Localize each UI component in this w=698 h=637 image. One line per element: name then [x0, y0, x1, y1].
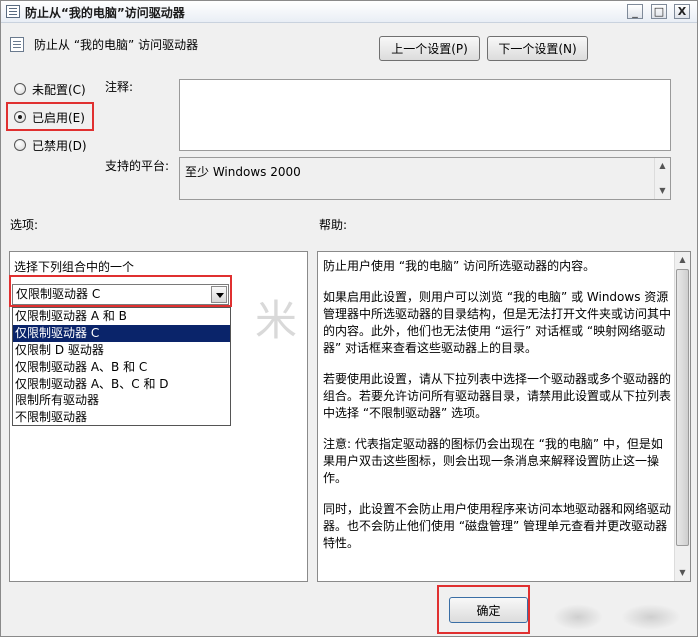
options-heading: 选项:: [10, 218, 39, 232]
scroll-up-arrow[interactable]: ▲: [675, 252, 690, 268]
help-paragraph: 防止用户使用 “我的电脑” 访问所选驱动器的内容。: [323, 259, 596, 273]
help-paragraph: 若要使用此设置，请从下拉列表中选择一个驱动器或多个驱动器的组合。若要允许访问所有…: [323, 372, 672, 420]
select-value: 仅限制驱动器 C: [16, 287, 101, 301]
maximize-button[interactable]: □: [651, 4, 667, 19]
help-scrollbar[interactable]: ▲ ▼: [674, 252, 690, 581]
scroll-up-arrow[interactable]: ▲: [655, 158, 670, 174]
dropdown-item-selected[interactable]: 仅限制驱动器 C: [13, 324, 230, 342]
ok-button[interactable]: 确定: [449, 597, 528, 623]
radio-not-configured[interactable]: 未配置(C): [14, 81, 86, 97]
radio-label: 未配置(C): [32, 82, 86, 97]
help-text: 防止用户使用 “我的电脑” 访问所选驱动器的内容。 如果启用此设置，则用户可以浏…: [323, 258, 673, 566]
radio-enabled[interactable]: 已启用(E): [14, 109, 85, 125]
help-heading: 帮助:: [319, 218, 348, 232]
window-title: 防止从“我的电脑”访问驱动器: [25, 6, 185, 20]
platform-scrollbar[interactable]: ▲ ▼: [654, 158, 670, 199]
help-paragraph: 同时，此设置不会防止用户使用程序来访问本地驱动器和网络驱动器。也不会防止他们使用…: [323, 502, 672, 550]
scroll-down-arrow[interactable]: ▼: [675, 565, 690, 581]
platform-label: 支持的平台:: [105, 159, 170, 173]
title-bar[interactable]: 防止从“我的电脑”访问驱动器 _ □ X: [1, 1, 697, 23]
scroll-down-arrow[interactable]: ▼: [655, 183, 670, 199]
comment-textarea[interactable]: [179, 79, 671, 151]
setting-icon: [10, 37, 24, 52]
radio-label: 已禁用(D): [32, 138, 87, 153]
radio-label: 已启用(E): [32, 110, 85, 125]
policy-icon: [6, 5, 20, 18]
dropdown-item[interactable]: 不限制驱动器: [13, 409, 230, 426]
platform-field: 至少 Windows 2000 ▲ ▼: [179, 157, 671, 200]
dropdown-item[interactable]: 仅限制驱动器 A、B、C 和 D: [13, 376, 230, 393]
chevron-down-icon[interactable]: [211, 286, 227, 303]
drive-restriction-select[interactable]: 仅限制驱动器 C: [12, 284, 229, 305]
dropdown-list[interactable]: 仅限制驱动器 A 和 B 仅限制驱动器 C 仅限制 D 驱动器 仅限制驱动器 A…: [12, 307, 231, 426]
dropdown-item[interactable]: 仅限制驱动器 A、B 和 C: [13, 359, 230, 376]
dropdown-item[interactable]: 仅限制驱动器 A 和 B: [13, 308, 230, 325]
help-paragraph: 注意: 代表指定驱动器的图标仍会出现在 “我的电脑” 中，但是如果用户双击这些图…: [323, 437, 663, 485]
help-paragraph: 如果启用此设置，则用户可以浏览 “我的电脑” 或 Windows 资源管理器中所…: [323, 290, 672, 355]
combo-label: 选择下列组合中的一个: [14, 260, 135, 274]
scroll-thumb[interactable]: [676, 269, 689, 546]
watermark-logo: [553, 604, 603, 630]
platform-value: 至少 Windows 2000: [185, 165, 301, 179]
help-panel: 防止用户使用 “我的电脑” 访问所选驱动器的内容。 如果启用此设置，则用户可以浏…: [317, 251, 691, 582]
comment-label: 注释:: [105, 80, 134, 94]
policy-dialog: 防止从“我的电脑”访问驱动器 _ □ X 防止从 “我的电脑” 访问驱动器 上一…: [0, 0, 698, 637]
prev-setting-button[interactable]: 上一个设置(P): [379, 36, 480, 61]
minimize-button[interactable]: _: [627, 4, 643, 19]
next-setting-button[interactable]: 下一个设置(N): [487, 36, 588, 61]
watermark: 米: [255, 296, 298, 345]
radio-disabled[interactable]: 已禁用(D): [14, 137, 87, 153]
radio-button[interactable]: [14, 139, 26, 151]
dropdown-item[interactable]: 仅限制 D 驱动器: [13, 342, 230, 359]
radio-button[interactable]: [14, 83, 26, 95]
radio-button[interactable]: [14, 111, 26, 123]
watermark-logo: [621, 604, 681, 630]
dropdown-item[interactable]: 限制所有驱动器: [13, 392, 230, 409]
close-button[interactable]: X: [674, 4, 690, 19]
policy-title: 防止从 “我的电脑” 访问驱动器: [34, 38, 199, 52]
